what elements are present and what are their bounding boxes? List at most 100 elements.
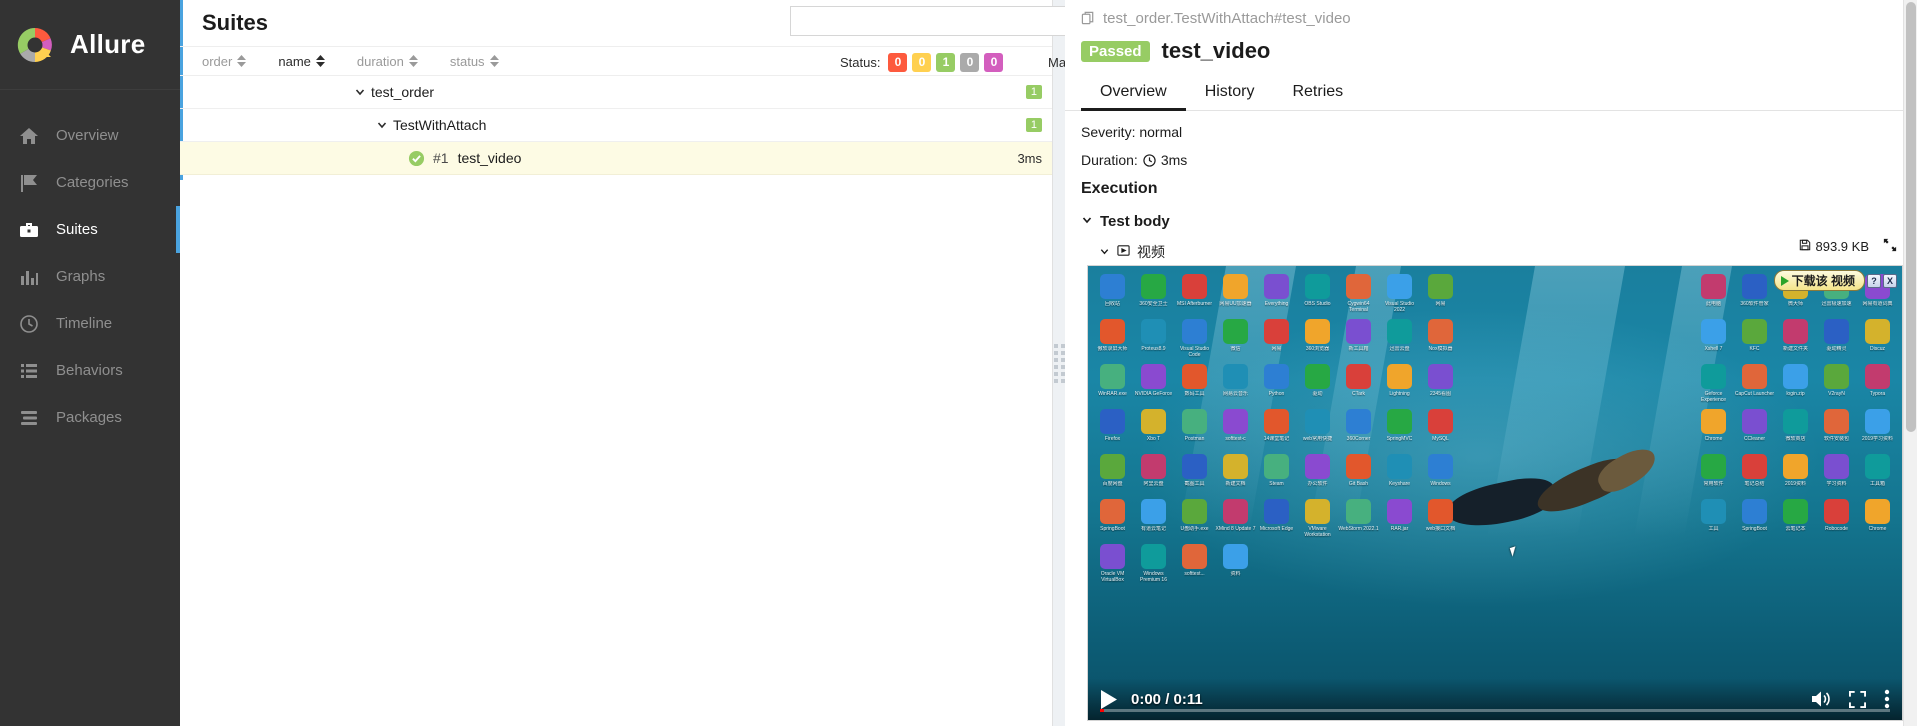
sidebar-item-categories[interactable]: Categories <box>0 159 180 206</box>
chevron-down-icon[interactable] <box>376 119 388 131</box>
panel-splitter[interactable] <box>1053 0 1065 726</box>
desktop-icon: 360安全卫士 <box>1133 270 1174 315</box>
copy-icon[interactable] <box>1081 11 1096 26</box>
sidebar-item-packages[interactable]: Packages <box>0 394 180 441</box>
attachment-row[interactable]: 视频 <box>1065 242 1917 262</box>
desktop-icon-glyph <box>1264 454 1289 479</box>
fullscreen-icon[interactable] <box>1883 238 1897 255</box>
desktop-icon-label: Cygwin64 Terminal <box>1347 301 1370 313</box>
desktop-icon-label: softtest... <box>1184 571 1205 577</box>
tab-overview[interactable]: Overview <box>1081 78 1186 111</box>
play-button[interactable] <box>1100 689 1117 709</box>
status-chip-failed[interactable]: 0 <box>888 52 908 72</box>
desktop-icon-glyph <box>1305 499 1330 524</box>
help-button[interactable]: ? <box>1867 273 1881 288</box>
status-chip-passed[interactable]: 1 <box>936 52 956 72</box>
desktop-icon: Firefox <box>1092 405 1133 450</box>
sidebar-item-overview[interactable]: Overview <box>0 112 180 159</box>
chevron-down-icon[interactable] <box>1081 213 1093 230</box>
sort-status-label: status <box>449 53 485 69</box>
video-progress-bar[interactable] <box>1100 709 1890 712</box>
more-options-button[interactable] <box>1884 689 1890 709</box>
desktop-icon: Nox模拟器 <box>1420 315 1461 360</box>
desktop-icon: 2345看图 <box>1420 360 1461 405</box>
sort-order[interactable]: order <box>202 54 247 69</box>
desktop-icon: Python <box>1256 360 1297 405</box>
chevron-down-icon[interactable] <box>354 86 366 98</box>
allure-logo-icon <box>14 24 56 66</box>
desktop-icon-glyph <box>1346 319 1371 344</box>
desktop-icon-glyph <box>1865 319 1890 344</box>
status-label: Status: <box>840 54 881 70</box>
sort-duration[interactable]: duration <box>357 54 418 69</box>
volume-button[interactable] <box>1811 690 1831 708</box>
sidebar-nav: Overview Categories Suites Graphs Timeli… <box>0 90 180 441</box>
desktop-icon-label: 新建文件夹 <box>1782 346 1808 352</box>
status-chip-skipped[interactable]: 0 <box>960 52 980 72</box>
desktop-icon-glyph <box>1387 409 1412 434</box>
tab-retries[interactable]: Retries <box>1273 78 1362 110</box>
status-chip-unknown[interactable]: 0 <box>984 52 1004 72</box>
sidebar-item-label: Packages <box>56 409 122 426</box>
desktop-icon: 14课堂笔记 <box>1256 405 1297 450</box>
fullscreen-button[interactable] <box>1849 690 1866 708</box>
chevron-down-icon[interactable] <box>1099 244 1110 260</box>
tab-history[interactable]: History <box>1186 78 1274 110</box>
desktop-icon-glyph <box>1141 454 1166 479</box>
download-video-button[interactable]: 下载该 视频 <box>1773 270 1865 291</box>
download-video-label: 下载该 视频 <box>1791 274 1855 288</box>
detail-scrollbar[interactable] <box>1903 0 1917 726</box>
desktop-icon-glyph <box>1783 319 1808 344</box>
desktop-icon: 驱动精灵 <box>1816 315 1857 360</box>
video-progress-fill <box>1100 709 1104 712</box>
sort-status[interactable]: status <box>450 54 499 69</box>
desktop-icon: 网易 <box>1420 270 1461 315</box>
desktop-icon-label: Visual Studio 2022 <box>1384 301 1415 313</box>
desktop-icon-label: Postman <box>1184 436 1205 442</box>
desktop-icon-label: 百度网盘 <box>1102 481 1123 487</box>
desktop-icon-glyph <box>1223 499 1248 524</box>
desktop-icon-glyph <box>1346 499 1371 524</box>
desktop-icon-glyph <box>1824 409 1849 434</box>
test-body-toggle[interactable]: Test body <box>1065 213 1917 230</box>
desktop-icon-label: CTark <box>1351 391 1366 397</box>
desktop-icon-label: OBS Studio <box>1304 301 1331 307</box>
duration-value: 3ms <box>1160 152 1188 168</box>
desktop-icon-glyph <box>1701 319 1726 344</box>
desktop-icon-label: 笔记总结 <box>1744 481 1765 487</box>
brand-header[interactable]: Allure <box>0 0 180 90</box>
severity-row: Severity: normal <box>1081 124 1917 140</box>
sort-name[interactable]: name <box>278 54 325 69</box>
desktop-icon: CCleaner <box>1734 405 1775 450</box>
desktop-icon-label: 网易云音乐 <box>1222 391 1248 397</box>
sidebar-item-behaviors[interactable]: Behaviors <box>0 347 180 394</box>
breadcrumb[interactable]: test_order.TestWithAttach#test_video <box>1065 0 1917 27</box>
status-chip-broken[interactable]: 0 <box>912 52 932 72</box>
suites-header: Suites <box>180 0 1212 46</box>
desktop-icon-label: V2rayN <box>1828 391 1845 397</box>
desktop-icon-glyph <box>1783 499 1808 524</box>
video-player[interactable]: 回收站 360安全卫士 MSI Afterburner 网易UU加速器 Everythi… <box>1087 265 1903 721</box>
test-detail-panel: test_order.TestWithAttach#test_video Pas… <box>1065 0 1917 726</box>
tree-row-test[interactable]: #1 test_video 3ms <box>180 142 1052 175</box>
sidebar-item-graphs[interactable]: Graphs <box>0 253 180 300</box>
desktop-icon-glyph <box>1742 364 1767 389</box>
desktop-icon-label: Keyshare <box>1388 481 1411 487</box>
desktop-icon-glyph <box>1182 409 1207 434</box>
sidebar-item-suites[interactable]: Suites <box>0 206 180 253</box>
desktop-icon-glyph <box>1346 409 1371 434</box>
video-controls-right <box>1811 689 1890 709</box>
desktop-icon-glyph <box>1141 319 1166 344</box>
desktop-icons-left: 回收站 360安全卫士 MSI Afterburner 网易UU加速器 Everythi… <box>1092 270 1461 585</box>
drag-handle-icon[interactable] <box>1053 343 1065 383</box>
scrollbar-thumb[interactable] <box>1906 2 1916 432</box>
tree-row-class[interactable]: TestWithAttach 1 <box>180 109 1052 142</box>
desktop-icon: Typora <box>1857 360 1898 405</box>
close-overlay-button[interactable]: X <box>1883 273 1897 288</box>
desktop-icon-glyph <box>1428 319 1453 344</box>
video-controls: 0:00 / 0:11 <box>1088 678 1902 720</box>
sidebar-item-timeline[interactable]: Timeline <box>0 300 180 347</box>
tree-row-suite[interactable]: test_order 1 <box>180 76 1052 109</box>
desktop-icon-label: 360Corner <box>1346 436 1371 442</box>
desktop-icon: CTark <box>1338 360 1379 405</box>
